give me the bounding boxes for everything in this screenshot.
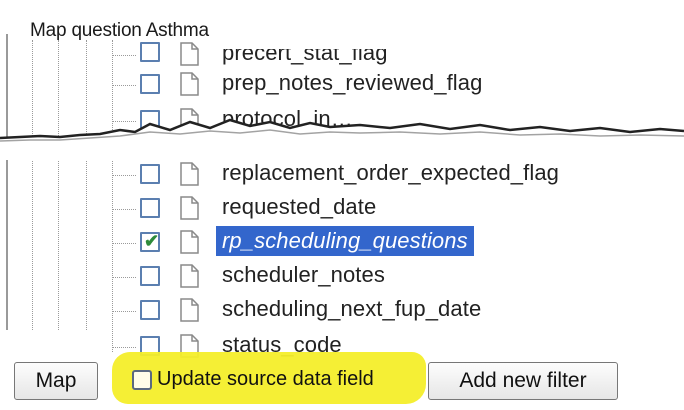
file-icon <box>180 72 199 96</box>
add-filter-button[interactable]: Add new filter <box>428 362 618 400</box>
tree-connector <box>112 85 136 86</box>
update-source-label: Update source data field <box>157 368 374 390</box>
row-checkbox[interactable] <box>140 300 160 320</box>
row-label: prep_notes_reviewed_flag <box>222 70 483 95</box>
tree-row[interactable]: prep_notes_reviewed_flag <box>0 68 684 104</box>
tree-connector <box>112 347 136 348</box>
file-icon <box>180 42 199 66</box>
map-button[interactable]: Map <box>14 362 98 400</box>
tree-connector <box>112 277 136 278</box>
tree-row[interactable]: replacement_order_expected_flag <box>0 158 684 194</box>
torn-edge <box>0 118 684 160</box>
file-icon <box>180 298 199 322</box>
row-checkbox[interactable] <box>140 198 160 218</box>
tree-connector <box>112 209 136 210</box>
tree-row[interactable]: requested_date <box>0 192 684 228</box>
row-label: replacement_order_expected_flag <box>222 160 559 185</box>
row-label: precert_stat_flag <box>222 40 388 65</box>
file-icon <box>180 162 199 186</box>
tree-connector <box>112 311 136 312</box>
row-checkbox[interactable] <box>140 74 160 94</box>
row-label: requested_date <box>222 194 377 219</box>
row-checkbox[interactable] <box>140 42 160 62</box>
tree-row-selected[interactable]: ✔ rp_scheduling_questions <box>0 226 684 262</box>
tree-row[interactable]: scheduling_next_fup_date <box>0 294 684 330</box>
row-checkbox[interactable] <box>140 266 160 286</box>
tree-connector <box>112 243 136 244</box>
file-icon <box>180 230 199 254</box>
row-label-selected: rp_scheduling_questions <box>216 226 474 256</box>
row-label: scheduler_notes <box>222 262 385 287</box>
update-source-checkbox[interactable] <box>132 370 152 390</box>
tree-row[interactable]: scheduler_notes <box>0 260 684 296</box>
checkmark-icon: ✔ <box>144 231 160 251</box>
tree-connector <box>112 175 136 176</box>
tree-connector <box>112 55 136 56</box>
row-checkbox[interactable] <box>140 164 160 184</box>
row-checkbox-checked[interactable]: ✔ <box>140 231 160 252</box>
row-label: scheduling_next_fup_date <box>222 296 482 321</box>
file-icon <box>180 196 199 220</box>
file-icon <box>180 264 199 288</box>
